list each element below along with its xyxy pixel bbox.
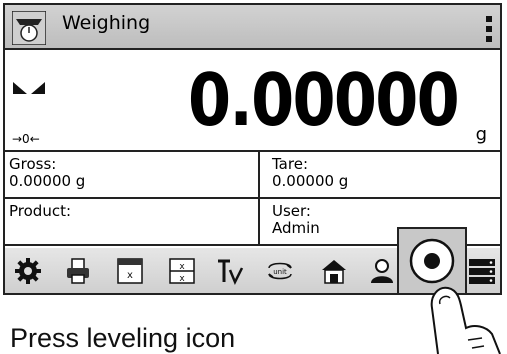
scale-icon[interactable] [11,10,47,46]
gross-value: 0.00000 g [9,172,86,190]
svg-text:unit: unit [273,268,287,276]
product-label: Product: [9,202,72,220]
weight-value: 0.00000 [188,58,460,142]
printer-icon[interactable] [61,254,95,288]
instruction-caption: Press leveling icon [10,323,236,353]
tare-clear-icon[interactable]: xx [165,254,199,288]
pointing-hand-icon [430,286,501,354]
gear-icon[interactable] [11,254,45,288]
gross-label: Gross: [9,155,57,173]
svg-text:x: x [179,274,185,284]
title-bar: Weighing [5,5,500,50]
svg-text:x: x [127,270,133,281]
page-title: Weighing [62,12,151,34]
gross-cell: Gross: 0.00000 g [5,152,260,199]
zero-indicator: →0← [12,132,40,146]
weight-unit: g [475,124,487,145]
menu-icon[interactable] [486,16,492,42]
tare-value: 0.00000 g [272,172,349,190]
unit-change-icon[interactable]: unit [263,254,297,288]
tare-cell: Tare: 0.00000 g [260,152,500,199]
tare-window-icon[interactable]: x [113,254,147,288]
svg-text:x: x [179,262,185,272]
tare-label: Tare: [272,155,308,173]
stability-icon [13,80,45,96]
home-icon[interactable] [317,254,351,288]
product-cell[interactable]: Product: [5,199,260,246]
user-label: User: [272,202,311,220]
tare-set-icon[interactable] [213,254,247,288]
user-icon[interactable] [365,254,399,288]
weight-display: →0← 0.00000 g [5,50,500,152]
